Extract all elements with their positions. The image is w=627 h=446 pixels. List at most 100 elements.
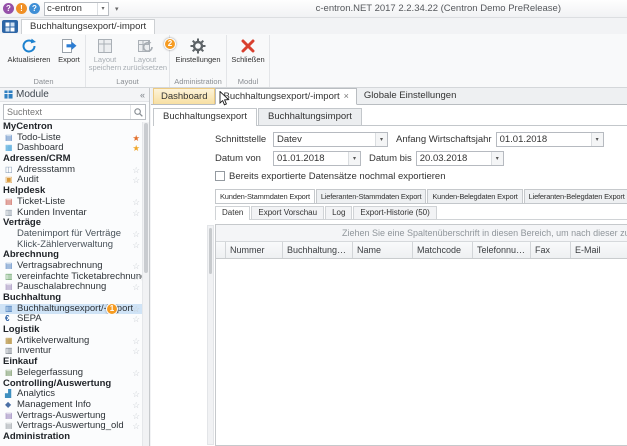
sidebar-group-vertraege[interactable]: Verträge [0, 218, 142, 229]
wirtschaftsjahr-datepicker[interactable]: 01.01.2018 [496, 132, 604, 147]
sidebar-item-todo-liste[interactable]: Todo-Liste [0, 133, 142, 144]
favorite-star-icon[interactable] [132, 304, 140, 315]
sidebar-item-vertrags-auswertung[interactable]: Vertrags-Auswertung [0, 411, 142, 422]
datum-bis-datepicker[interactable]: 20.03.2018 [416, 151, 504, 166]
tab-export-historie[interactable]: Export-Historie (50) [353, 206, 436, 219]
tab-buchhaltungsexport[interactable]: Buchhaltungsexport [153, 108, 257, 126]
chevron-down-icon[interactable] [591, 133, 603, 146]
info-icon[interactable]: ? [3, 3, 14, 14]
aktualisieren-button[interactable]: Aktualisieren [4, 35, 54, 64]
favorite-star-icon[interactable] [132, 368, 140, 379]
einstellungen-button[interactable]: Einstellungen [172, 35, 224, 64]
favorite-star-icon[interactable] [132, 143, 140, 154]
sidebar-group-helpdesk[interactable]: Helpdesk [0, 186, 142, 197]
sidebar-scrollbar-thumb[interactable] [144, 123, 148, 273]
sidebar-item-vertragsabrechnung[interactable]: Vertragsabrechnung [0, 261, 142, 272]
tab-dashboard[interactable]: Dashboard [153, 88, 215, 104]
sidebar-item-inventur[interactable]: Inventur [0, 346, 142, 357]
sidebar-group-abrechnung[interactable]: Abrechnung [0, 250, 142, 261]
collapse-sidebar-button[interactable]: « [140, 90, 145, 100]
schliessen-button[interactable]: Schließen [229, 35, 267, 64]
column-header-telefonnummer[interactable]: Telefonnummer [473, 242, 531, 258]
ribbon-tab-buchhaltungsexport[interactable]: Buchhaltungsexport/-import [21, 19, 155, 34]
sidebar-group-buchhaltung[interactable]: Buchhaltung [0, 293, 142, 304]
tab-buchhaltungsexport-import[interactable]: Buchhaltungsexport/-import × [215, 88, 356, 105]
tab-globale-einstellungen[interactable]: Globale Einstellungen [357, 88, 463, 104]
tab-lieferanten-belegdaten-export[interactable]: Lieferanten-Belegdaten Export [524, 189, 627, 203]
favorite-star-icon[interactable] [132, 336, 140, 347]
column-header-buchhaltungsnummer[interactable]: Buchhaltungsnummer [283, 242, 353, 258]
sidebar-item-pauschalabrechnung[interactable]: Pauschalabrechnung [0, 282, 142, 293]
sidebar-item-artikelverwaltung[interactable]: Artikelverwaltung [0, 336, 142, 347]
grid-scrollbar[interactable] [207, 225, 214, 445]
sidebar-item-management-info[interactable]: Management Info [0, 400, 142, 411]
favorite-star-icon[interactable] [132, 208, 140, 219]
column-header-email[interactable]: E-Mail [571, 242, 627, 258]
export-button[interactable]: Export [55, 35, 83, 64]
sidebar-group-logistik[interactable]: Logistik [0, 325, 142, 336]
favorite-star-icon[interactable] [132, 400, 140, 411]
chevron-down-icon[interactable] [491, 152, 503, 165]
sidebar-item-vertrags-auswertung-old[interactable]: Vertrags-Auswertung_old [0, 421, 142, 432]
sidebar-item-kunden-inventar[interactable]: Kunden Inventar [0, 208, 142, 219]
sidebar-group-administration[interactable]: Administration [0, 432, 142, 443]
favorite-star-icon[interactable] [132, 240, 140, 251]
qat-customize-button[interactable] [111, 5, 123, 13]
quick-access-input[interactable] [45, 3, 97, 15]
help-icon[interactable]: ? [29, 3, 40, 14]
tab-log[interactable]: Log [325, 206, 352, 219]
sidebar-group-adressen-crm[interactable]: Adressen/CRM [0, 154, 142, 165]
sidebar-item-datenimport-vertraege[interactable]: Datenimport für Verträge [0, 229, 142, 240]
favorite-star-icon[interactable] [132, 282, 140, 293]
layout-zuruecksetzen-button[interactable]: Layout zurücksetzen [123, 35, 167, 73]
sidebar-item-ticket-liste[interactable]: Ticket-Liste [0, 197, 142, 208]
sidebar-item-sepa[interactable]: SEPA [0, 314, 142, 325]
search-icon[interactable] [130, 105, 145, 119]
favorite-star-icon[interactable] [132, 175, 140, 186]
application-menu-button[interactable] [2, 20, 18, 33]
search-input[interactable] [4, 106, 130, 119]
alert-icon[interactable]: ! [16, 3, 27, 14]
sidebar-group-einkauf[interactable]: Einkauf [0, 357, 142, 368]
close-tab-button[interactable]: × [344, 92, 349, 101]
favorite-star-icon[interactable] [132, 229, 140, 240]
sidebar-item-dashboard[interactable]: Dashboard [0, 143, 142, 154]
sidebar-item-vereinfachte-ticketabrechnung[interactable]: vereinfachte Ticketabrechnung [0, 272, 142, 283]
tab-buchhaltungsimport[interactable]: Buchhaltungsimport [258, 108, 362, 125]
favorite-star-icon[interactable] [132, 421, 140, 432]
favorite-star-icon[interactable] [132, 411, 140, 422]
favorite-star-icon[interactable] [132, 197, 140, 208]
column-header-matchcode[interactable]: Matchcode [413, 242, 473, 258]
favorite-star-icon[interactable] [132, 314, 140, 325]
sidebar-item-audit[interactable]: Audit [0, 175, 142, 186]
sidebar-item-adressstamm[interactable]: Adressstamm [0, 165, 142, 176]
sidebar-item-buchhaltungsexport-import[interactable]: Buchhaltungsexport/-import1 [0, 304, 142, 315]
favorite-star-icon[interactable] [132, 261, 140, 272]
favorite-star-icon[interactable] [132, 165, 140, 176]
sidebar-group-controlling-auswertung[interactable]: Controlling/Auswertung [0, 379, 142, 390]
datum-von-datepicker[interactable]: 01.01.2018 [273, 151, 361, 166]
export-again-checkbox[interactable] [215, 171, 225, 181]
favorite-star-icon[interactable] [132, 389, 140, 400]
tab-lieferanten-stammdaten-export[interactable]: Lieferanten-Stammdaten Export [316, 189, 427, 203]
column-header-name[interactable]: Name [353, 242, 413, 258]
favorite-star-icon[interactable] [132, 272, 140, 283]
favorite-star-icon[interactable] [132, 133, 140, 144]
column-header-fax[interactable]: Fax [531, 242, 571, 258]
chevron-down-icon[interactable] [375, 133, 387, 146]
chevron-down-icon[interactable] [97, 3, 108, 15]
schnittstelle-combobox[interactable]: Datev [273, 132, 388, 147]
layout-speichern-button[interactable]: Layout speichern [88, 35, 122, 73]
column-header-nummer[interactable]: Nummer [226, 242, 283, 258]
favorite-star-icon[interactable] [132, 346, 140, 357]
sidebar-group-mycentron[interactable]: MyCentron [0, 122, 142, 133]
sidebar-item-belegerfassung[interactable]: Belegerfassung [0, 368, 142, 379]
tab-export-vorschau[interactable]: Export Vorschau [251, 206, 324, 219]
tab-daten[interactable]: Daten [215, 206, 250, 220]
chevron-down-icon[interactable] [348, 152, 360, 165]
grid-scrollbar-thumb[interactable] [209, 228, 212, 274]
tab-kunden-stammdaten-export[interactable]: Kunden-Stammdaten Export [215, 189, 315, 204]
tab-kunden-belegdaten-export[interactable]: Kunden-Belegdaten Export [427, 189, 522, 203]
sidebar-item-analytics[interactable]: Analytics [0, 389, 142, 400]
sidebar-scrollbar[interactable] [142, 122, 149, 446]
